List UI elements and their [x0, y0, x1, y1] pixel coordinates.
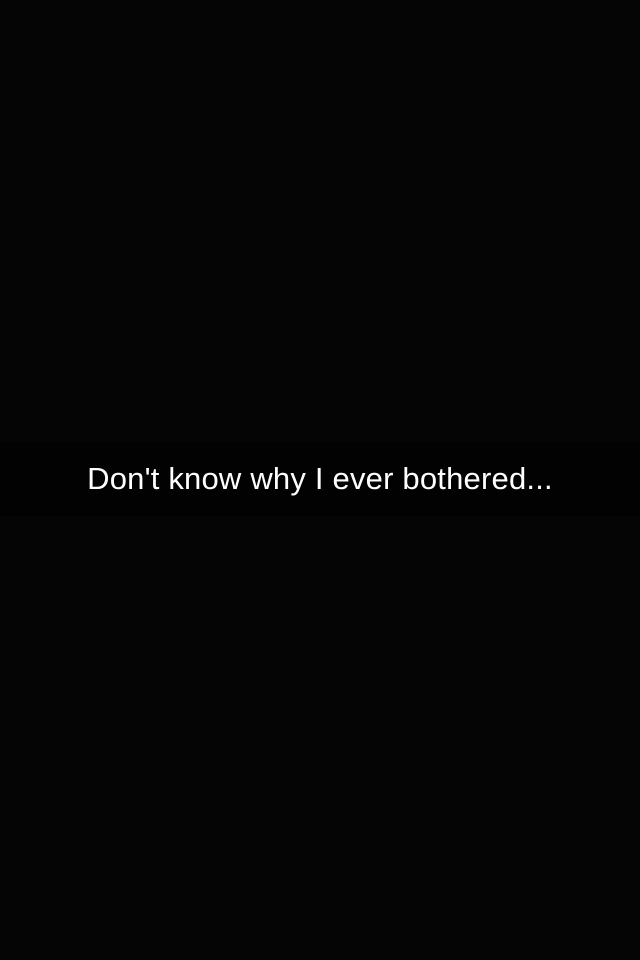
caption-text: Don't know why I ever bothered...	[87, 461, 553, 496]
caption-bar: Don't know why I ever bothered...	[0, 442, 640, 516]
dark-photo-background: Don't know why I ever bothered...	[0, 0, 640, 960]
